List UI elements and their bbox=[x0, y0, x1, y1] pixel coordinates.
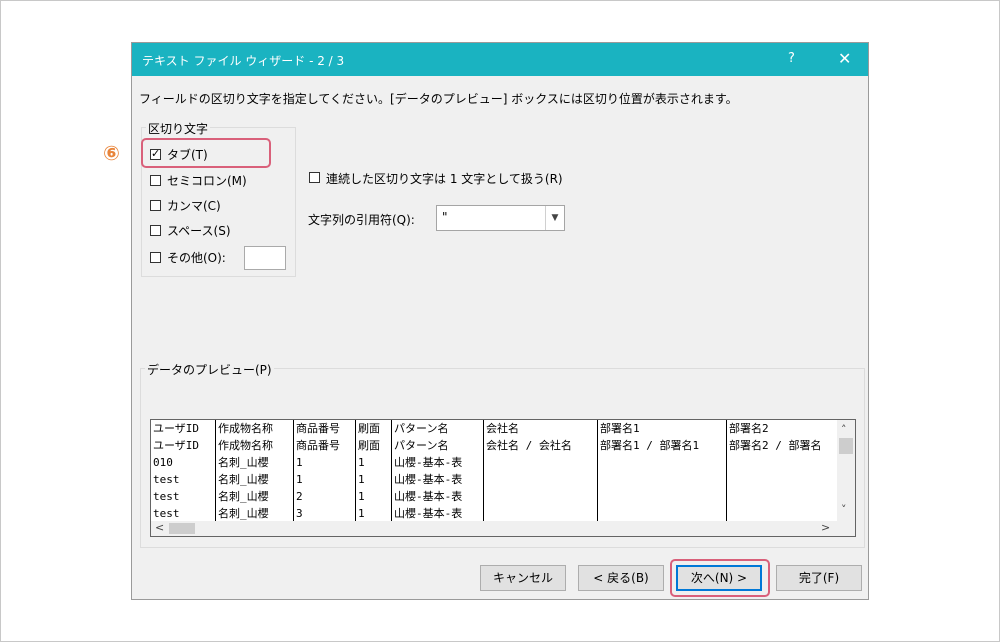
preview-cell: 1 bbox=[358, 507, 365, 520]
preview-cell: 山櫻-基本-表 bbox=[394, 507, 463, 520]
instruction-text: フィールドの区切り文字を指定してください。[データのプレビュー] ボックスには区… bbox=[139, 92, 738, 106]
preview-cell bbox=[484, 505, 486, 521]
text-qualifier-value: " bbox=[442, 210, 448, 224]
preview-cell: 1 bbox=[358, 456, 365, 469]
preview-cell: 部署名2 bbox=[729, 422, 769, 435]
space-checkbox-label[interactable]: スペース(S) bbox=[167, 222, 231, 239]
scroll-down-icon[interactable]: ˅ bbox=[841, 503, 847, 516]
preview-cell: ユーザID bbox=[153, 439, 200, 452]
next-highlight-box bbox=[670, 559, 770, 597]
preview-cell: 部署名2 / 部署名 bbox=[729, 439, 822, 452]
preview-column[interactable]: 刷面 刷面 1 1 1 1 bbox=[355, 420, 392, 521]
preview-grid: ユーザID ユーザID 010 test test test 作成物名称 作成物名称 名刺_山櫻… bbox=[151, 420, 837, 521]
preview-cell bbox=[727, 471, 729, 488]
tab-highlight-box bbox=[141, 138, 271, 168]
preview-cell: 会社名 / 会社名 bbox=[486, 439, 572, 452]
preview-column[interactable]: 会社名会社名 / 会社名 bbox=[483, 420, 598, 521]
preview-cell: 会社名 bbox=[486, 422, 519, 435]
preview-column[interactable]: 商品番号 商品番号 1 1 2 3 bbox=[293, 420, 356, 521]
comma-checkbox[interactable] bbox=[150, 200, 161, 211]
delimiter-group-label: 区切り文字 bbox=[146, 120, 211, 137]
preview-cell: 山櫻-基本-表 bbox=[394, 456, 463, 469]
preview-cell: 作成物名称 bbox=[218, 439, 273, 452]
preview-cell bbox=[598, 471, 600, 488]
horizontal-scrollbar[interactable]: < > bbox=[151, 521, 855, 536]
comma-checkbox-label[interactable]: カンマ(C) bbox=[167, 197, 221, 214]
preview-cell bbox=[727, 454, 729, 471]
preview-cell: 部署名1 bbox=[600, 422, 640, 435]
preview-cell bbox=[727, 505, 729, 521]
preview-cell: 商品番号 bbox=[296, 422, 340, 435]
text-import-wizard-dialog: テキスト ファイル ウィザード - 2 / 3 ? ✕ フィールドの区切り文字を… bbox=[131, 42, 869, 600]
preview-cell: 商品番号 bbox=[296, 439, 340, 452]
chevron-down-icon[interactable]: ▼ bbox=[545, 206, 564, 230]
preview-cell: 1 bbox=[296, 456, 303, 469]
preview-cell: 1 bbox=[296, 473, 303, 486]
preview-cell: 名刺_山櫻 bbox=[218, 456, 269, 469]
preview-cell: 2 bbox=[296, 490, 303, 503]
scroll-left-icon[interactable]: < bbox=[155, 521, 164, 534]
text-qualifier-select[interactable]: " ▼ bbox=[436, 205, 565, 231]
preview-column[interactable]: 部署名1 部署名1 / 部署名1 bbox=[597, 420, 727, 521]
preview-cell: 山櫻-基本-表 bbox=[394, 473, 463, 486]
preview-column[interactable]: 部署名2 部署名2 / 部署名 bbox=[726, 420, 837, 521]
preview-cell: ユーザID bbox=[153, 422, 200, 435]
preview-cell: 作成物名称 bbox=[218, 422, 273, 435]
preview-cell: 刷面 bbox=[358, 422, 380, 435]
preview-cell bbox=[598, 505, 600, 521]
vertical-scrollbar[interactable]: ˄ ˅ bbox=[837, 420, 855, 521]
preview-cell: 1 bbox=[358, 473, 365, 486]
preview-cell bbox=[484, 471, 486, 488]
step-number-marker: ⑥ bbox=[103, 141, 120, 165]
space-checkbox[interactable] bbox=[150, 225, 161, 236]
vertical-scroll-thumb[interactable] bbox=[839, 438, 853, 454]
preview-label: データのプレビュー(P) bbox=[145, 361, 274, 378]
back-button[interactable]: < 戻る(B) bbox=[578, 565, 664, 591]
other-checkbox-label[interactable]: その他(O): bbox=[167, 249, 226, 266]
other-delimiter-input[interactable] bbox=[244, 246, 286, 270]
preview-column[interactable]: パターン名 パターン名 山櫻-基本-表 山櫻-基本-表 山櫻-基本-表 山櫻-基本-表 bbox=[391, 420, 484, 521]
preview-column[interactable]: ユーザID ユーザID 010 test test test bbox=[151, 420, 215, 521]
preview-cell bbox=[484, 454, 486, 471]
finish-button[interactable]: 完了(F) bbox=[776, 565, 862, 591]
preview-cell: test bbox=[153, 473, 180, 486]
title-bar: テキスト ファイル ウィザード - 2 / 3 ? ✕ bbox=[132, 43, 868, 76]
preview-cell: パターン名 bbox=[394, 439, 449, 452]
preview-cell: test bbox=[153, 490, 180, 503]
preview-cell: 名刺_山櫻 bbox=[218, 473, 269, 486]
preview-cell: 山櫻-基本-表 bbox=[394, 490, 463, 503]
preview-cell bbox=[484, 488, 486, 505]
cancel-button[interactable]: キャンセル bbox=[480, 565, 566, 591]
preview-cell: 部署名1 / 部署名1 bbox=[600, 439, 700, 452]
semicolon-checkbox[interactable] bbox=[150, 175, 161, 186]
preview-cell: 1 bbox=[358, 490, 365, 503]
semicolon-checkbox-label[interactable]: セミコロン(M) bbox=[167, 172, 247, 189]
preview-cell: 010 bbox=[153, 456, 173, 469]
preview-cell bbox=[598, 488, 600, 505]
preview-cell: パターン名 bbox=[394, 422, 449, 435]
scroll-right-icon[interactable]: > bbox=[821, 521, 830, 534]
preview-cell: 名刺_山櫻 bbox=[218, 507, 269, 520]
preview-cell: 3 bbox=[296, 507, 303, 520]
text-qualifier-label: 文字列の引用符(Q): bbox=[308, 213, 415, 227]
dialog-title: テキスト ファイル ウィザード - 2 / 3 bbox=[142, 54, 345, 68]
help-button[interactable]: ? bbox=[788, 51, 795, 66]
consecutive-delimiter-label[interactable]: 連続した区切り文字は 1 文字として扱う(R) bbox=[326, 170, 563, 187]
preview-cell: test bbox=[153, 507, 180, 520]
horizontal-scroll-thumb[interactable] bbox=[169, 523, 195, 534]
preview-column[interactable]: 作成物名称 作成物名称 名刺_山櫻 名刺_山櫻 名刺_山櫻 名刺_山櫻 bbox=[215, 420, 294, 521]
close-button[interactable]: ✕ bbox=[838, 49, 851, 68]
other-checkbox[interactable] bbox=[150, 252, 161, 263]
consecutive-delimiter-checkbox[interactable] bbox=[309, 172, 320, 183]
scroll-up-icon[interactable]: ˄ bbox=[841, 423, 847, 436]
data-preview[interactable]: ユーザID ユーザID 010 test test test 作成物名称 作成物名称 名刺_山櫻… bbox=[150, 419, 856, 537]
preview-cell: 刷面 bbox=[358, 439, 380, 452]
preview-cell bbox=[598, 454, 600, 471]
preview-cell bbox=[727, 488, 729, 505]
preview-cell: 名刺_山櫻 bbox=[218, 490, 269, 503]
